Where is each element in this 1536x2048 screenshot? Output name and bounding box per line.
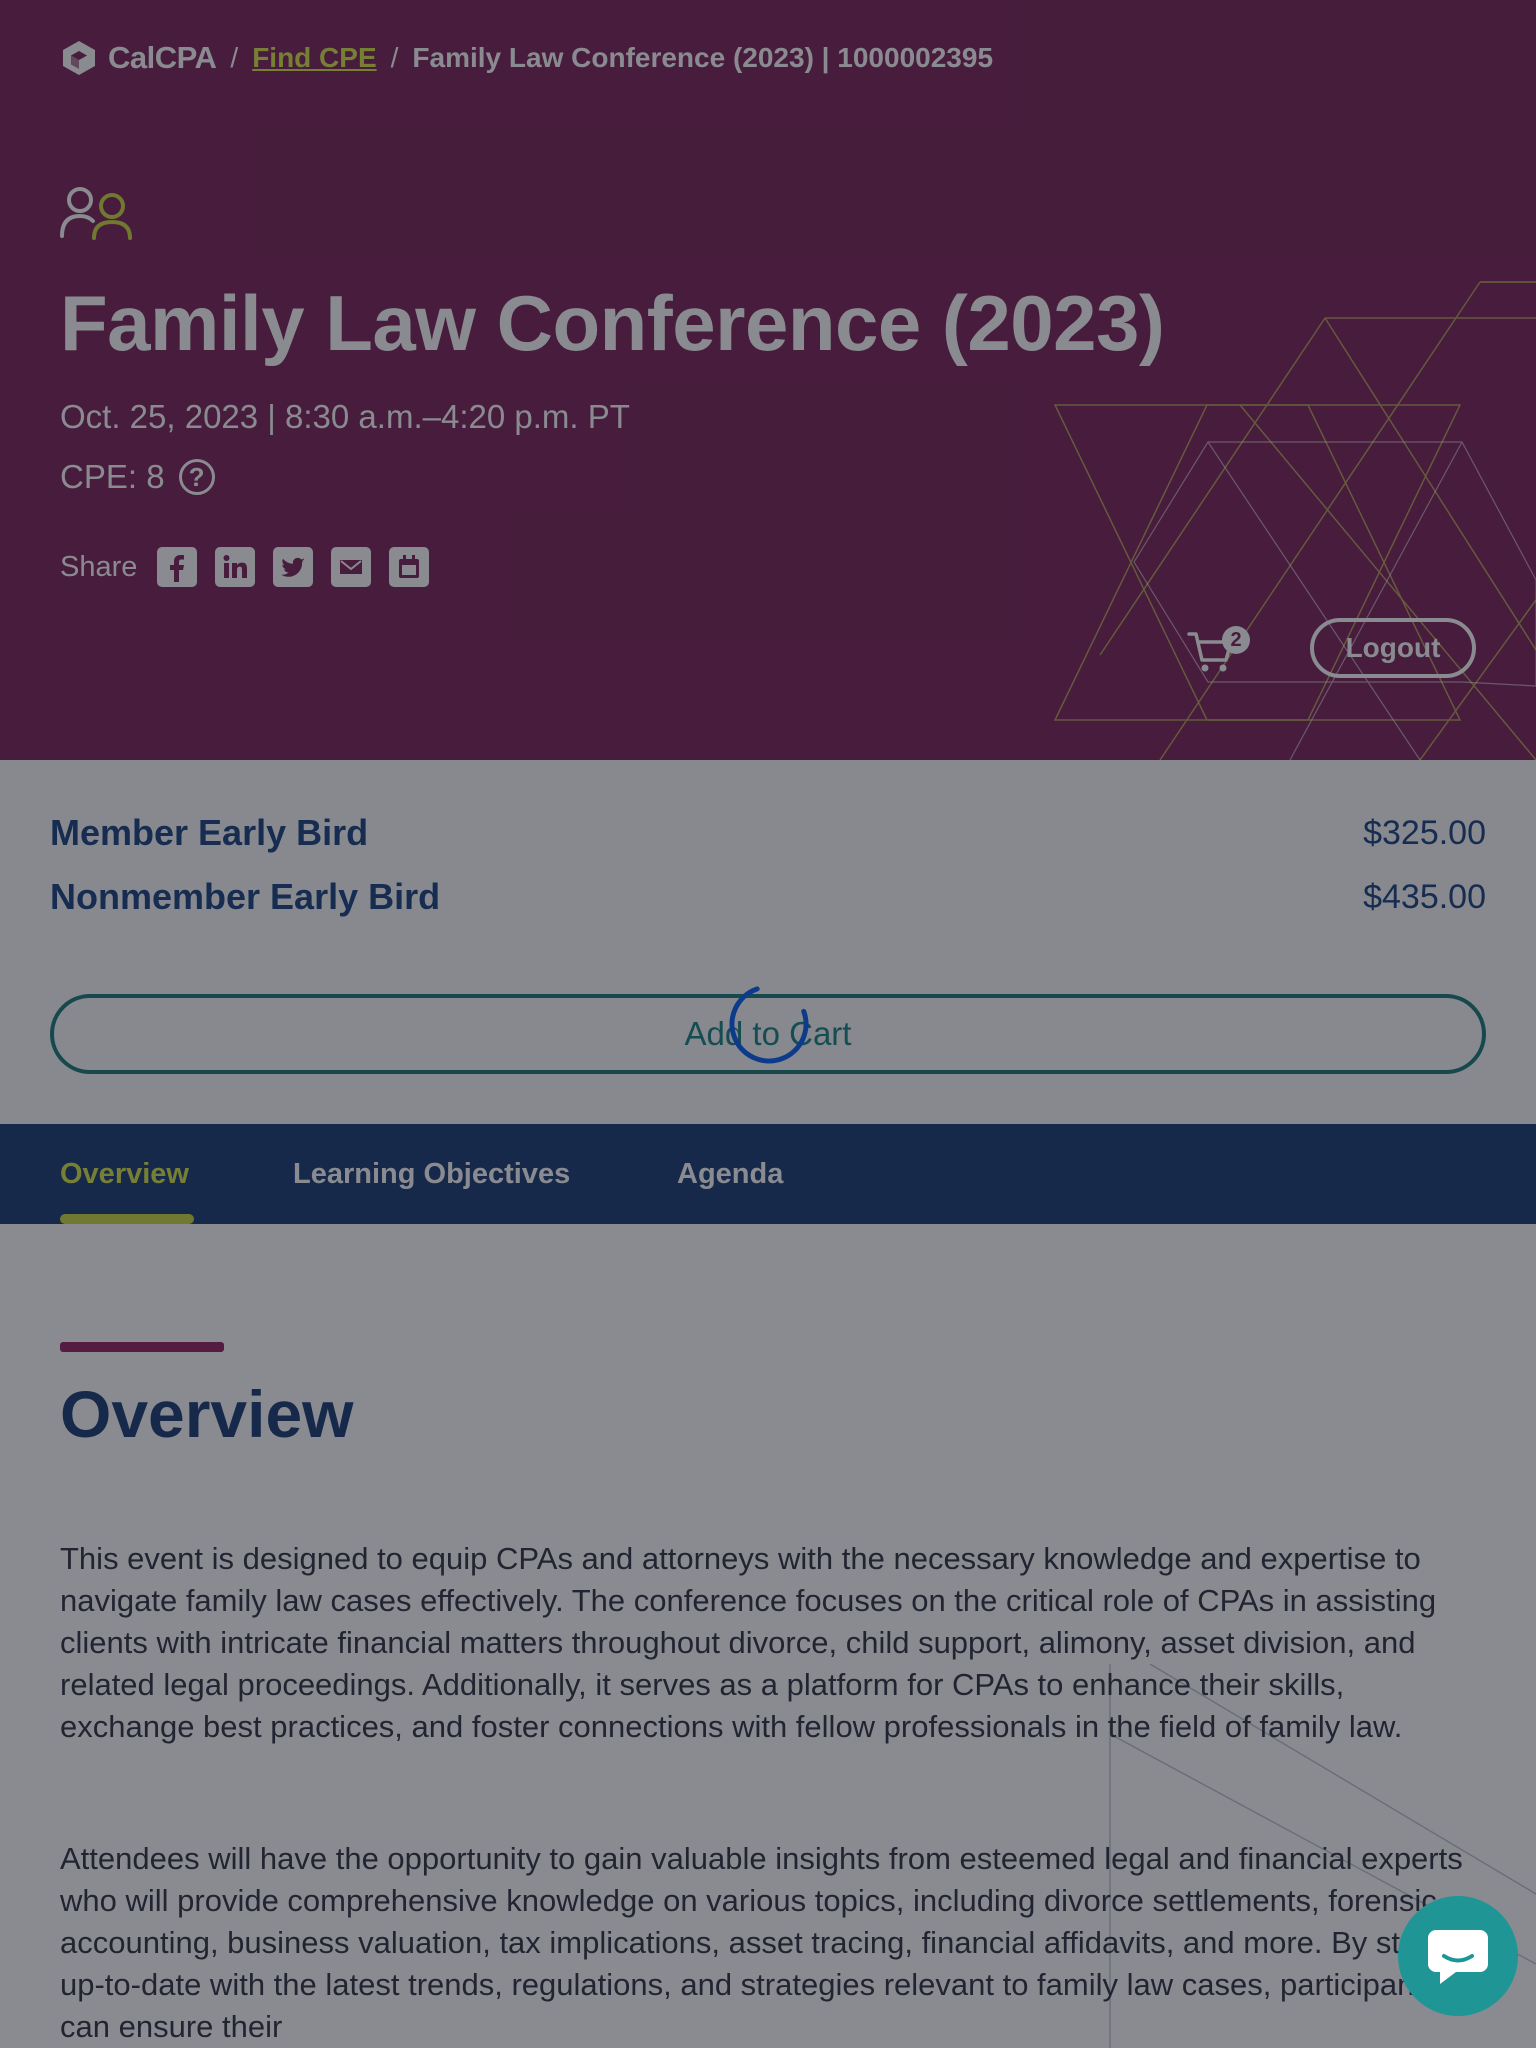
event-title: Family Law Conference (2023): [60, 279, 1165, 367]
breadcrumb-link-find-cpe[interactable]: Find CPE: [252, 42, 376, 74]
price-row: Member Early Bird $325.00: [50, 808, 1486, 858]
overview-paragraph: Attendees will have the opportunity to g…: [60, 1841, 1475, 2044]
price-name: Member Early Bird: [50, 812, 369, 853]
overview-paragraph: This event is designed to equip CPAs and…: [60, 1541, 1437, 1744]
loading-spinner-icon: [729, 984, 809, 1064]
calcpa-logo[interactable]: CalCPA: [60, 39, 217, 77]
calendar-icon[interactable]: [389, 547, 430, 587]
people-icon: [60, 187, 132, 240]
tab-learning-objectives[interactable]: Learning Objectives: [293, 1124, 570, 1224]
share-bar: Share: [60, 546, 430, 588]
price-name: Nonmember Early Bird: [50, 876, 441, 917]
linkedin-icon[interactable]: [215, 547, 256, 587]
cpe-credits: CPE: 8 ?: [60, 454, 215, 500]
hero-geometric-decoration: [1053, 281, 1536, 760]
chat-bubble-icon: [1428, 1930, 1488, 1984]
logout-button[interactable]: Logout: [1310, 618, 1476, 678]
chat-button[interactable]: [1398, 1896, 1518, 2016]
facebook-icon[interactable]: [157, 547, 198, 587]
price-value: $435.00: [1363, 877, 1486, 916]
twitter-icon[interactable]: [273, 547, 314, 587]
share-label: Share: [60, 550, 138, 583]
cpe-label: CPE: 8: [60, 458, 165, 495]
breadcrumb: CalCPA / Find CPE / Family Law Conferenc…: [60, 38, 993, 78]
cart-count-badge: 2: [1222, 626, 1250, 654]
active-tab-indicator: [60, 1214, 194, 1224]
event-date: Oct. 25, 2023 | 8:30 a.m.–4:20 p.m. PT: [60, 398, 630, 435]
logo-text: CalCPA: [108, 40, 217, 75]
price-row: Nonmember Early Bird $435.00: [50, 872, 1486, 922]
section-tabs: Overview Learning Objectives Agenda: [0, 1124, 1536, 1224]
price-value: $325.00: [1363, 813, 1486, 852]
breadcrumb-separator: /: [230, 42, 239, 73]
event-hero: CalCPA / Find CPE / Family Law Conferenc…: [0, 0, 1536, 760]
calcpa-logo-mark-icon: [63, 41, 95, 75]
pricing-panel: Member Early Bird $325.00 Nonmember Earl…: [0, 760, 1536, 1124]
breadcrumb-separator: /: [390, 42, 399, 73]
overview-heading: Overview: [60, 1377, 354, 1451]
overview-section: Overview This event is designed to equip…: [0, 1224, 1536, 2048]
cart-button[interactable]: 2: [1186, 624, 1250, 676]
email-icon[interactable]: [331, 547, 372, 587]
breadcrumb-current: Family Law Conference (2023) | 100000239…: [412, 42, 994, 73]
tab-overview[interactable]: Overview: [60, 1124, 189, 1224]
section-accent-bar: [60, 1342, 224, 1352]
tab-agenda[interactable]: Agenda: [677, 1124, 783, 1224]
question-icon[interactable]: ?: [178, 459, 215, 495]
